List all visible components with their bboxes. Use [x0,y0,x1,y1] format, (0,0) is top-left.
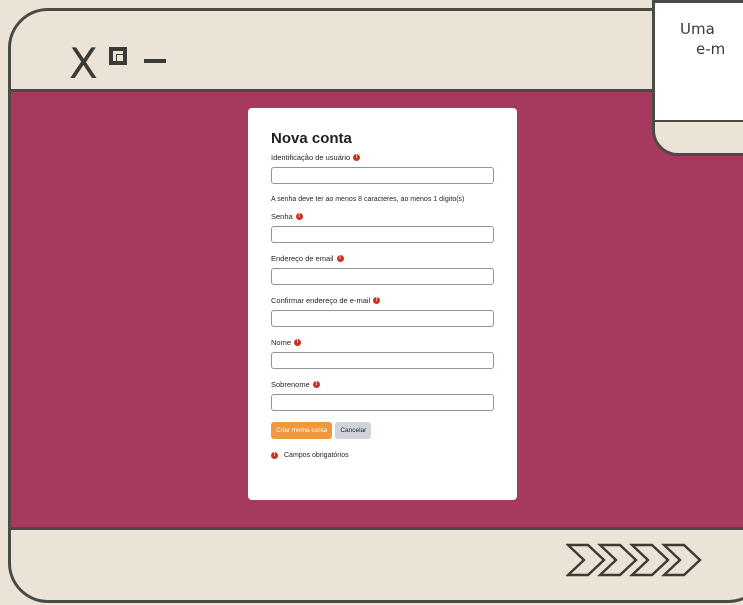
email-confirm-input[interactable] [271,310,494,327]
forward-arrows-icon[interactable] [566,539,706,581]
required-icon: ! [295,213,303,220]
first-name-input[interactable] [271,352,494,369]
maximize-icon[interactable] [109,47,127,65]
field-first-name: Nome ! [271,338,495,369]
field-email-confirm: Confirmar endereço de e-mail ! [271,296,495,327]
password-input[interactable] [271,226,494,243]
required-icon: ! [271,452,278,459]
field-password: Senha ! [271,212,495,243]
required-icon: ! [336,255,344,262]
required-icon: ! [373,297,381,304]
notification-popup: Uma e-m [652,0,743,156]
required-icon: ! [312,381,320,388]
username-input[interactable] [271,167,494,184]
required-icon: ! [353,154,361,161]
field-last-name: Sobrenome ! [271,380,495,411]
signup-form-card: Nova conta Identificação de usuário ! A … [248,108,517,500]
notification-text: Uma e-m [680,19,743,59]
notification-line-2: e-m [696,40,726,58]
required-note-text: Campos obrigatórios [284,452,349,459]
last-name-input[interactable] [271,394,494,411]
close-icon[interactable]: X [69,43,98,85]
required-fields-note: ! Campos obrigatórios [271,452,495,459]
field-label: Endereço de email [271,254,334,263]
required-icon: ! [294,339,302,346]
title-bar: X [11,11,743,89]
minimize-icon[interactable] [144,59,166,63]
field-username: Identificação de usuário ! [271,153,495,184]
form-title: Nova conta [271,130,352,147]
field-label: Confirmar endereço de e-mail [271,296,371,305]
form-actions: Criar minha conta Cancelar [271,422,495,439]
cancel-button[interactable]: Cancelar [335,422,372,439]
password-hint: A senha deve ter ao menos 8 caracteres, … [271,196,465,203]
notification-line-1: Uma [680,20,715,38]
field-label: Nome [271,338,292,347]
create-account-button[interactable]: Criar minha conta [271,422,333,439]
field-label: Identificação de usuário [271,153,351,162]
field-label: Sobrenome [271,380,310,389]
field-label: Senha [271,212,293,221]
field-email: Endereço de email ! [271,254,495,285]
email-input[interactable] [271,268,494,285]
notification-panel: Uma e-m [655,3,743,122]
